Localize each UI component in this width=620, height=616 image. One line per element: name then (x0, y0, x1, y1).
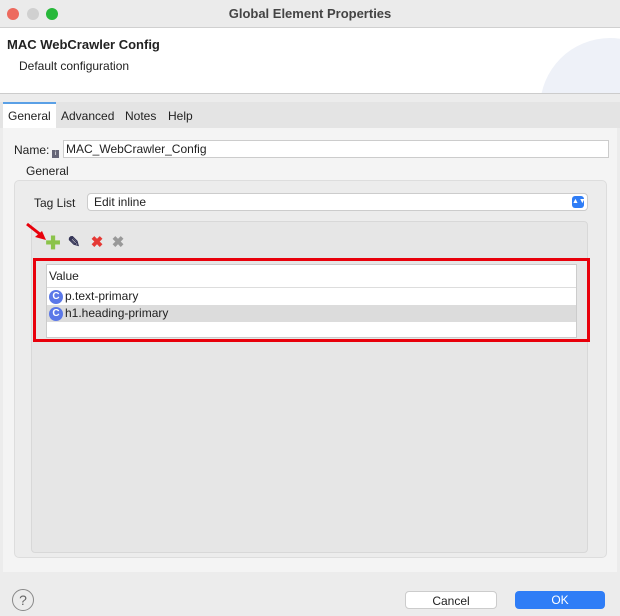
help-icon[interactable]: ? (12, 589, 34, 611)
ok-button[interactable]: OK (515, 591, 605, 609)
delete-all-icon[interactable]: ✖ (110, 235, 126, 251)
info-icon: i (52, 150, 59, 158)
delete-icon[interactable]: ✖ (89, 235, 105, 251)
tab-general[interactable]: General (3, 102, 56, 128)
tag-list-select[interactable]: Edit inline ▲▼ (87, 193, 588, 211)
dialog-subtitle: Default configuration (19, 59, 130, 73)
tab-help[interactable]: Help (163, 102, 198, 128)
name-input[interactable]: MAC_WebCrawler_Config (63, 140, 609, 158)
tag-list-label: Tag List (34, 196, 76, 210)
close-window-button[interactable] (7, 8, 19, 20)
name-label: Name: (14, 143, 50, 157)
dialog-footer: ? Cancel OK (0, 572, 620, 616)
arrow-annotation-icon (26, 222, 46, 240)
zoom-window-button[interactable] (46, 8, 58, 20)
dialog-title: MAC WebCrawler Config (7, 37, 160, 52)
tag-list-value: Edit inline (94, 195, 147, 209)
tab-notes[interactable]: Notes (120, 102, 161, 128)
dialog-header: MAC WebCrawler Config Default configurat… (0, 28, 620, 94)
minimize-window-button[interactable] (27, 8, 39, 20)
header-decoration (540, 38, 620, 93)
chevron-updown-icon: ▲▼ (572, 196, 586, 208)
window-title: Global Element Properties (228, 6, 392, 21)
highlight-box (33, 258, 590, 342)
section-label: General (26, 164, 69, 178)
tab-advanced[interactable]: Advanced (56, 102, 119, 128)
general-group: Tag List Edit inline ▲▼ ✚ ✎ ✖ ✖ Value Cp.… (14, 180, 607, 558)
cancel-button[interactable]: Cancel (405, 591, 497, 609)
general-panel: Name: i MAC_WebCrawler_Config General Ta… (3, 128, 617, 572)
title-bar: Global Element Properties (0, 0, 620, 28)
edit-icon[interactable]: ✎ (66, 235, 82, 251)
tab-bar: General Advanced Notes Help (0, 102, 620, 128)
